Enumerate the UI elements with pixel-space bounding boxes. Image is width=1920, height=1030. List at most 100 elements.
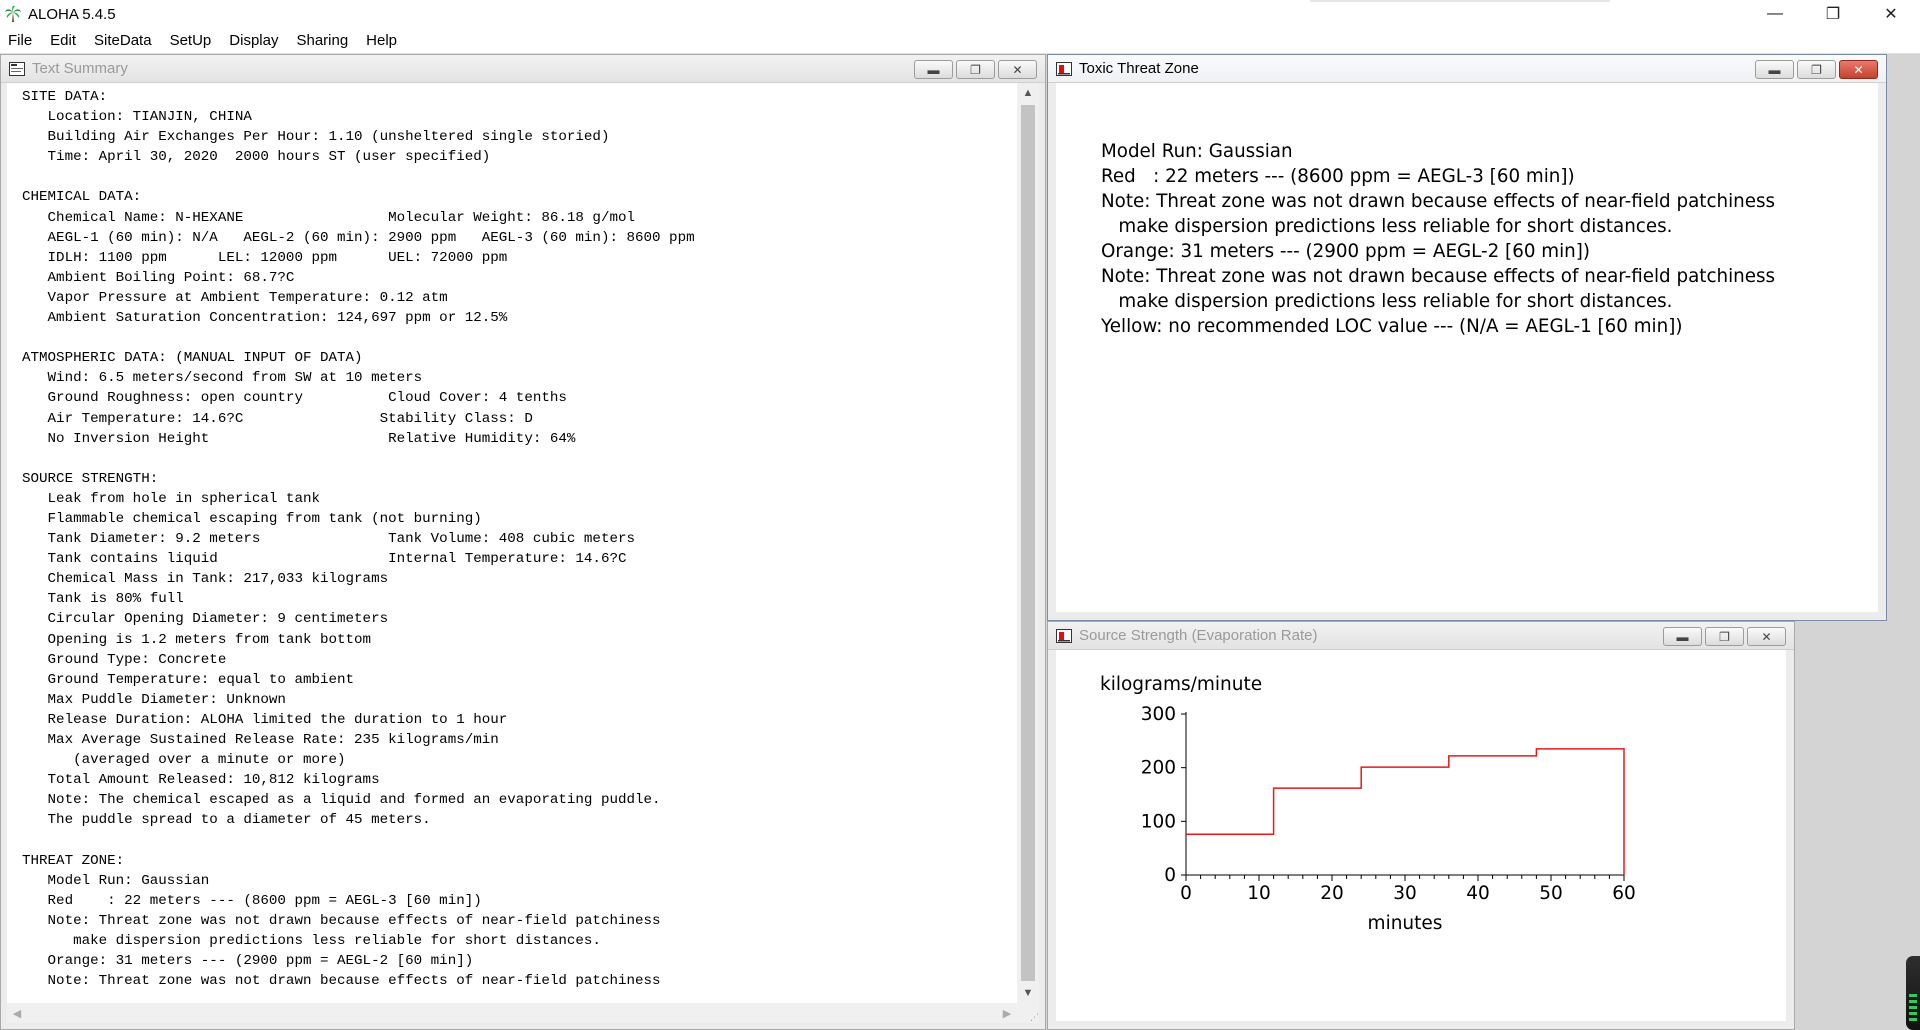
vertical-scrollbar[interactable]: ▲ ▼ [1017,83,1039,1003]
text-summary-line: AEGL-1 (60 min): N/A AEGL-2 (60 min): 29… [22,229,695,246]
close-icon[interactable]: ✕ [1747,627,1786,646]
threat-zone-line: Note: Threat zone was not drawn because … [1101,191,1776,212]
text-summary-line: Flammable chemical escaping from tank (n… [22,510,482,527]
text-summary-line: THREAT ZONE: [22,852,125,869]
titlebar-shadow [1310,0,1610,2]
source-strength-window: Source Strength (Evaporation Rate) ▬ ❐ ✕… [1047,621,1795,1030]
threat-zone-line: Orange: 31 meters --- (2900 ppm = AEGL-2… [1101,241,1591,262]
x-tick-label: 40 [1466,883,1490,904]
text-summary-line: Ground Roughness: open country Cloud Cov… [22,390,567,407]
maximize-icon[interactable]: ❐ [956,60,995,79]
menu-edit[interactable]: Edit [41,28,85,54]
text-summary-line: Building Air Exchanges Per Hour: 1.10 (u… [22,129,610,146]
scroll-left-icon[interactable]: ◀ [7,1003,27,1023]
maximize-icon[interactable]: ❐ [1797,60,1836,79]
text-summary-line: Air Temperature: 14.6?C Stability Class:… [22,410,533,427]
evaporation-rate-line [1186,748,1625,875]
app-titlebar: ALOHA 5.4.5 — ❐ ✕ [0,0,1920,28]
scroll-up-icon[interactable]: ▲ [1017,83,1039,103]
text-summary-line: Ambient Boiling Point: 68.7?C [22,269,295,286]
evaporation-rate-chart: kilograms/minute 0 100 200 300 0 10 20 30 40 50 60 m… [1100,674,1636,934]
menu-display[interactable]: Display [220,28,287,54]
source-strength-body: kilograms/minute 0 100 200 300 0 10 20 30 40 50 60 m… [1056,650,1786,1021]
text-summary-line: Opening is 1.2 meters from tank bottom [22,631,372,648]
scroll-down-icon[interactable]: ▼ [1017,983,1039,1003]
text-summary-body: SITE DATA: Location: TIANJIN, CHINA Buil… [7,83,1039,1023]
menu-file[interactable]: File [0,28,41,54]
y-tick-label: 300 [1141,704,1176,725]
text-summary-line: Tank is 80% full [22,591,184,608]
toxic-threat-zone-titlebar[interactable]: Toxic Threat Zone ▬ ❐ ✕ [1048,55,1886,83]
text-summary-line: Note: Threat zone was not drawn because … [22,912,661,929]
menu-bar: File Edit SiteData SetUp Display Sharing… [0,28,1920,54]
threat-zone-line: Note: Threat zone was not drawn because … [1101,266,1776,287]
toxic-threat-zone-controls: ▬ ❐ ✕ [1755,60,1878,79]
toxic-threat-zone-window: Toxic Threat Zone ▬ ❐ ✕ Model Run: Gauss… [1047,54,1887,621]
text-summary-line: Vapor Pressure at Ambient Temperature: 0… [22,289,448,306]
close-button[interactable]: ✕ [1862,0,1920,28]
toxic-threat-zone-title: Toxic Threat Zone [1079,60,1199,77]
aloha-palm-icon [4,5,22,23]
minimize-icon[interactable]: ▬ [1663,627,1702,646]
text-summary-line: Total Amount Released: 10,812 kilograms [22,772,380,789]
source-strength-title: Source Strength (Evaporation Rate) [1079,627,1318,644]
restore-button[interactable]: ❐ [1804,0,1862,28]
source-chart-icon [1056,628,1072,643]
x-axis-label: minutes [1368,913,1443,934]
threat-zone-text: Model Run: Gaussian Red : 22 meters --- (… [1101,139,1775,339]
scroll-thumb[interactable] [1021,105,1035,981]
text-summary-line [22,167,1009,187]
source-strength-titlebar[interactable]: Source Strength (Evaporation Rate) ▬ ❐ ✕ [1048,622,1794,650]
text-summary-line: Max Puddle Diameter: Unknown [22,691,286,708]
side-indicator-widget[interactable] [1906,956,1920,1030]
maximize-icon[interactable]: ❐ [1705,627,1744,646]
text-summary-line: Location: TIANJIN, CHINA [22,109,252,126]
text-summary-line: Circular Opening Diameter: 9 centimeters [22,611,389,628]
text-summary-controls: ▬ ❐ ✕ [914,60,1037,79]
text-summary-line: No Inversion Height Relative Humidity: 6… [22,430,576,447]
x-tick-label: 30 [1393,883,1417,904]
close-icon[interactable]: ✕ [998,60,1037,79]
scroll-right-icon[interactable]: ▶ [997,1003,1017,1023]
text-summary-line: Release Duration: ALOHA limited the dura… [22,711,508,728]
text-document-icon [9,61,25,76]
text-summary-line: Max Average Sustained Release Rate: 235 … [22,732,499,748]
horizontal-scrollbar[interactable]: ◀ ▶ [7,1003,1017,1023]
app-title: ALOHA 5.4.5 [28,5,116,23]
x-tick-label: 20 [1320,883,1344,904]
text-summary-titlebar[interactable]: Text Summary ▬ ❐ ✕ [1,55,1045,83]
text-summary-line: CHEMICAL DATA: [22,189,142,206]
x-tick-label: 60 [1612,883,1636,904]
menu-sitedata[interactable]: SiteData [85,28,161,54]
menu-help[interactable]: Help [357,28,406,54]
threat-zone-line: Yellow: no recommended LOC value --- (N/… [1101,316,1683,337]
text-summary-line [22,830,1009,850]
menu-setup[interactable]: SetUp [161,28,221,54]
close-icon[interactable]: ✕ [1839,60,1878,79]
text-summary-line: Model Run: Gaussian [22,872,210,889]
minimize-button[interactable]: — [1746,0,1804,28]
threat-zone-line: make dispersion predictions less reliabl… [1101,216,1673,237]
text-summary-line: Red : 22 meters --- (8600 ppm = AEGL-3 [… [22,892,482,909]
text-summary-line: SOURCE STRENGTH: [22,470,159,487]
text-summary-content: SITE DATA: Location: TIANJIN, CHINA Buil… [22,87,1009,991]
text-summary-line [22,449,1009,469]
y-tick-label: 0 [1164,865,1176,886]
menu-sharing[interactable]: Sharing [287,28,357,54]
minimize-icon[interactable]: ▬ [914,60,953,79]
toxic-threat-zone-body: Model Run: Gaussian Red : 22 meters --- (… [1056,83,1878,612]
text-summary-title: Text Summary [32,60,128,77]
threat-zone-line: Red : 22 meters --- (8600 ppm = AEGL-3 [… [1101,166,1575,187]
source-strength-controls: ▬ ❐ ✕ [1663,627,1786,646]
text-summary-line: Ambient Saturation Concentration: 124,69… [22,310,508,327]
minimize-icon[interactable]: ▬ [1755,60,1794,79]
text-summary-line: SITE DATA: [22,89,108,105]
text-summary-line: make dispersion predictions less reliabl… [22,932,601,949]
text-summary-line: Chemical Name: N-HEXANE Molecular Weight… [22,209,635,226]
text-summary-line: Note: The chemical escaped as a liquid a… [22,792,661,809]
text-summary-window: Text Summary ▬ ❐ ✕ SITE DATA: Location: … [0,54,1046,1030]
y-axis-label: kilograms/minute [1100,674,1262,695]
text-summary-line: Orange: 31 meters --- (2900 ppm = AEGL-2… [22,953,474,970]
text-summary-line: Chemical Mass in Tank: 217,033 kilograms [22,571,389,588]
size-grip-icon[interactable]: ⋰ [1017,1003,1039,1023]
